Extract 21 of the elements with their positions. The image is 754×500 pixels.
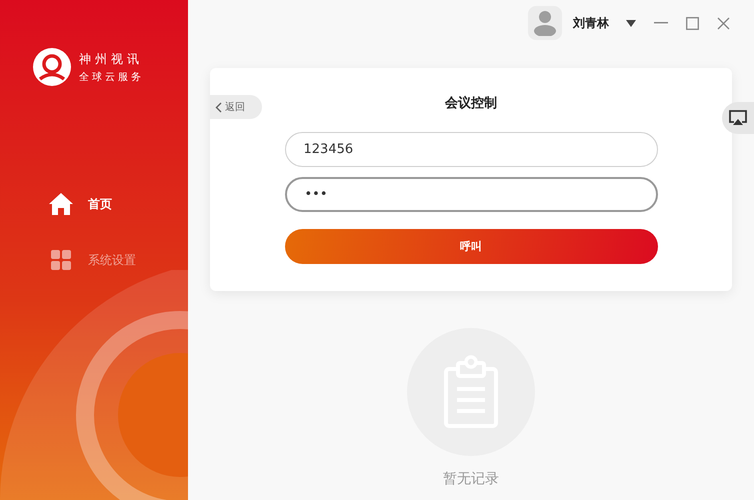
caret-icon[interactable] xyxy=(626,20,636,26)
call-button[interactable]: 呼叫 xyxy=(284,229,658,264)
empty-state-text: 暂无记录 xyxy=(443,470,499,488)
minimize-icon[interactable] xyxy=(654,22,668,24)
chevron-left-icon xyxy=(215,102,222,112)
logo-icon xyxy=(33,48,71,86)
screen-cast-icon xyxy=(729,110,747,126)
brand-tagline: 全球云服务 xyxy=(79,70,144,84)
nav-item[interactable]: 首页 xyxy=(48,192,188,216)
input-field[interactable]: ••• xyxy=(284,177,658,212)
grid-icon xyxy=(48,249,74,271)
brand-name: 神州视讯 xyxy=(79,50,144,68)
screen-cast-button[interactable] xyxy=(722,102,754,134)
back-button[interactable]: 返回 xyxy=(210,95,262,119)
close-icon[interactable] xyxy=(717,16,730,30)
user-name: 刘青林 xyxy=(573,14,609,32)
card-title: 会议控制 xyxy=(445,94,497,112)
input-field[interactable]: 123456 xyxy=(284,132,658,167)
maximize-icon[interactable] xyxy=(686,16,699,30)
avatar[interactable] xyxy=(528,6,562,40)
home-icon xyxy=(48,192,74,216)
